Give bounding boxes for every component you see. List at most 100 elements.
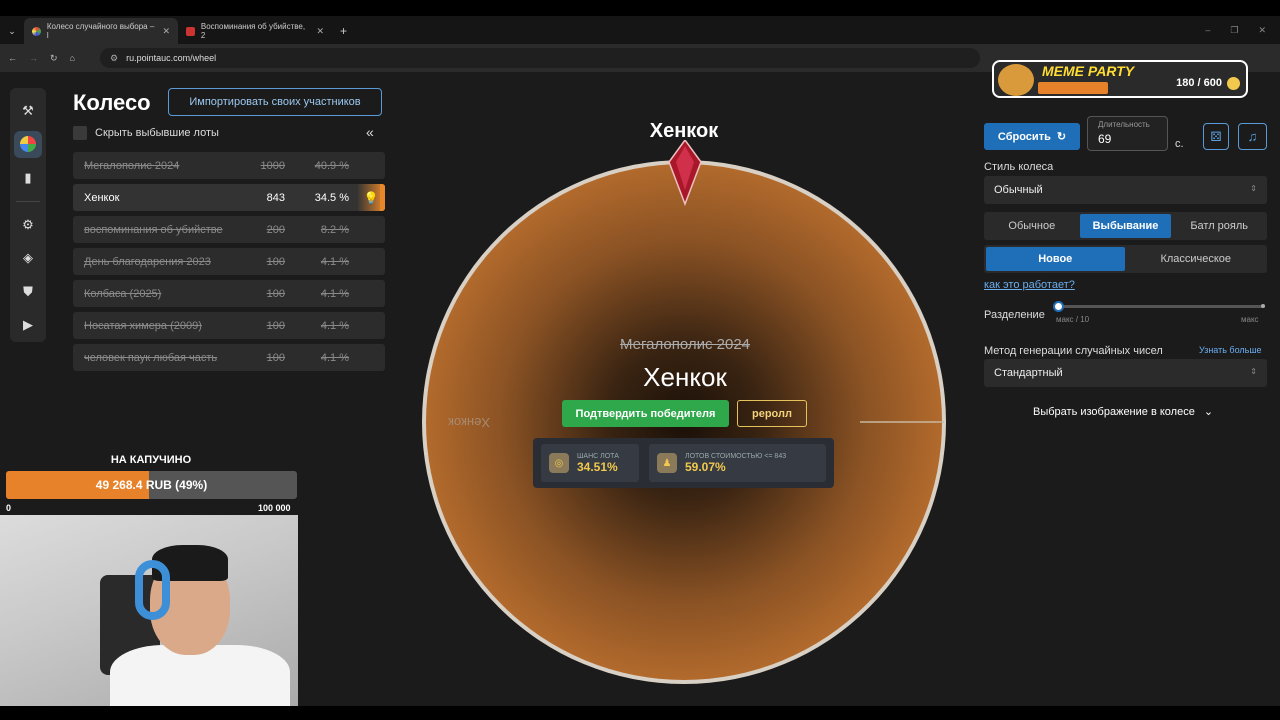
donation-goal-text: 49 268.4 RUB (49%) <box>95 478 208 492</box>
learn-more-link[interactable]: Узнать больше <box>1199 345 1262 355</box>
minimize-icon[interactable]: – <box>1205 25 1210 36</box>
donation-goal-min: 0 <box>6 503 12 513</box>
music-note-icon[interactable]: ♫ <box>1238 123 1267 150</box>
screen-top-border <box>0 0 1280 16</box>
rng-method-label: Метод генерации случайных чисел <box>984 345 1163 357</box>
url-text: ru.pointauc.com/wheel <box>126 53 217 63</box>
wheel-style-value: Обычный <box>994 184 1043 196</box>
reroll-button[interactable]: реролл <box>737 400 807 427</box>
home-icon[interactable]: ⌂ <box>70 53 75 63</box>
wheel-style-select[interactable]: Обычный ⇕ <box>984 176 1267 204</box>
how-it-works-link[interactable]: как это работает? <box>984 279 1075 291</box>
lot-name: Хенкок <box>84 191 120 204</box>
back-icon[interactable]: ← <box>8 53 17 63</box>
webcam-overlay <box>0 515 298 720</box>
split-max-label: макс <box>1241 315 1259 324</box>
stats-bar-chart-icon[interactable]: ▮ <box>14 164 42 192</box>
rng-method-value: Стандартный <box>994 367 1063 379</box>
new-tab-button[interactable]: + <box>332 18 355 44</box>
meme-party-overlay: MEME PARTY 180 / 600 <box>992 60 1248 98</box>
lot-amount: 1000 <box>260 159 285 172</box>
mode-normal[interactable]: Обычное <box>986 214 1078 238</box>
duration-value: 69 <box>1098 132 1112 146</box>
site-info-icon[interactable]: ⚙ <box>110 53 118 64</box>
lot-name: Мегалополис 2024 <box>84 159 180 172</box>
page-title: Колесо <box>73 90 151 115</box>
split-slider[interactable] <box>1053 301 1265 312</box>
maximize-icon[interactable]: ❐ <box>1230 25 1238 36</box>
close-window-icon[interactable]: ✕ <box>1258 25 1266 36</box>
split-min-label: макс / 10 <box>1056 315 1090 324</box>
hide-eliminated-label: Скрыть выбывшие лоты <box>95 127 219 139</box>
settings-gear-icon[interactable]: ⚙ <box>14 211 42 239</box>
seconds-unit: с. <box>1175 138 1184 150</box>
tab-wheel[interactable]: Колесо случайного выбора – l ✕ <box>24 18 178 44</box>
dice-icon[interactable]: ⚄ <box>1203 123 1229 150</box>
tab-movie[interactable]: Воспоминания об убийстве, 2 ✕ <box>178 18 332 44</box>
rng-method-select[interactable]: Стандартный ⇕ <box>984 359 1267 387</box>
select-arrows-icon: ⇕ <box>1250 367 1257 376</box>
wheel-favicon-icon <box>32 26 41 36</box>
sidebar-divider <box>16 200 40 202</box>
lot-name: Колбаса (2025) <box>84 287 162 300</box>
lot-amount: 100 <box>266 287 285 300</box>
lot-amount: 843 <box>266 191 285 204</box>
lot-amount: 100 <box>266 351 285 364</box>
tab-title: Воспоминания об убийстве, 2 <box>200 22 306 40</box>
lot-name: человек паук любая часть <box>84 351 218 364</box>
people-icon: ♟ <box>657 453 677 473</box>
close-tab-icon[interactable]: ✕ <box>316 26 324 37</box>
stat-label: ЛОТОВ СТОИМОСТЬЮ <= 843 <box>685 452 787 460</box>
mode-elimination[interactable]: Выбывание <box>1079 214 1172 238</box>
video-icon[interactable]: ▶ <box>14 311 42 339</box>
stat-lot-chance: ◎ ШАНС ЛОТА 34.51% <box>541 444 639 482</box>
close-tab-icon[interactable]: ✕ <box>162 26 170 37</box>
layers-icon[interactable]: ◈ <box>14 244 42 272</box>
mode-battle-royale[interactable]: Батл рояль <box>1173 214 1265 238</box>
wheel-style-label: Стиль колеса <box>984 161 1054 173</box>
lot-amount: 100 <box>266 319 285 332</box>
split-slider-handle[interactable] <box>1053 301 1064 312</box>
wheel-mode-toggle: Обычное Выбывание Батл рояль <box>984 212 1267 240</box>
target-icon: ◎ <box>549 453 569 473</box>
wheel-image-picker-label: Выбрать изображение в колесе <box>1033 406 1195 418</box>
lot-name: День благодарения 2023 <box>84 255 211 268</box>
stat-lots-cheaper: ♟ ЛОТОВ СТОИМОСТЬЮ <= 843 59.07% <box>649 444 826 482</box>
reload-icon[interactable]: ↻ <box>50 53 58 64</box>
headphones <box>135 560 170 620</box>
auction-gavel-icon[interactable]: ⚒ <box>14 97 42 125</box>
duration-field[interactable]: Длительность 69 <box>1087 116 1168 151</box>
meme-progress-bar <box>1038 82 1108 94</box>
hide-eliminated-checkbox[interactable] <box>73 126 87 140</box>
donation-goal-bar: 49 268.4 RUB (49%) <box>6 471 297 499</box>
stat-label: ШАНС ЛОТА <box>577 452 619 460</box>
tab-title: Колесо случайного выбора – l <box>46 22 155 40</box>
chevron-down-icon: ⌄ <box>1203 406 1214 418</box>
donation-goal-title: НА КАПУЧИНО <box>110 454 192 466</box>
hide-eliminated-row[interactable]: Скрыть выбывшие лоты <box>73 126 219 140</box>
wheel-nav-icon[interactable] <box>14 130 42 159</box>
lot-name: воспоминания об убийстве <box>84 223 223 236</box>
doge-icon <box>998 64 1034 96</box>
donation-goal-max: 100 000 <box>258 503 291 513</box>
coin-icon <box>1227 77 1240 90</box>
confirm-winner-button[interactable]: Подтвердить победителя <box>562 400 729 427</box>
shield-icon[interactable]: ⛊ <box>14 278 42 306</box>
stat-value: 34.51% <box>577 459 618 474</box>
duration-label: Длительность <box>1098 120 1150 129</box>
address-bar[interactable]: ⚙ ru.pointauc.com/wheel <box>100 48 980 68</box>
refresh-icon: ↻ <box>1056 131 1067 143</box>
tab-search-icon[interactable]: ⌄ <box>0 18 24 44</box>
wheel-image-picker[interactable]: Выбрать изображение в колесе ⌄ <box>1033 405 1213 418</box>
forward-icon[interactable]: → <box>29 53 38 63</box>
reset-button[interactable]: Сбросить ↻ <box>984 123 1080 150</box>
variant-new[interactable]: Новое <box>986 247 1125 271</box>
winner-lot-label: Хенкок <box>643 362 727 392</box>
wheel-pointer-icon <box>668 140 702 206</box>
wheel-pie-icon <box>20 136 36 153</box>
lot-amount: 100 <box>266 255 285 268</box>
stat-value: 59.07% <box>685 459 726 474</box>
variant-classic[interactable]: Классическое <box>1127 247 1266 271</box>
meme-party-count: 180 / 600 <box>1176 77 1222 89</box>
browser-tab-bar: ⌄ Колесо случайного выбора – l ✕ Воспоми… <box>0 16 1280 44</box>
